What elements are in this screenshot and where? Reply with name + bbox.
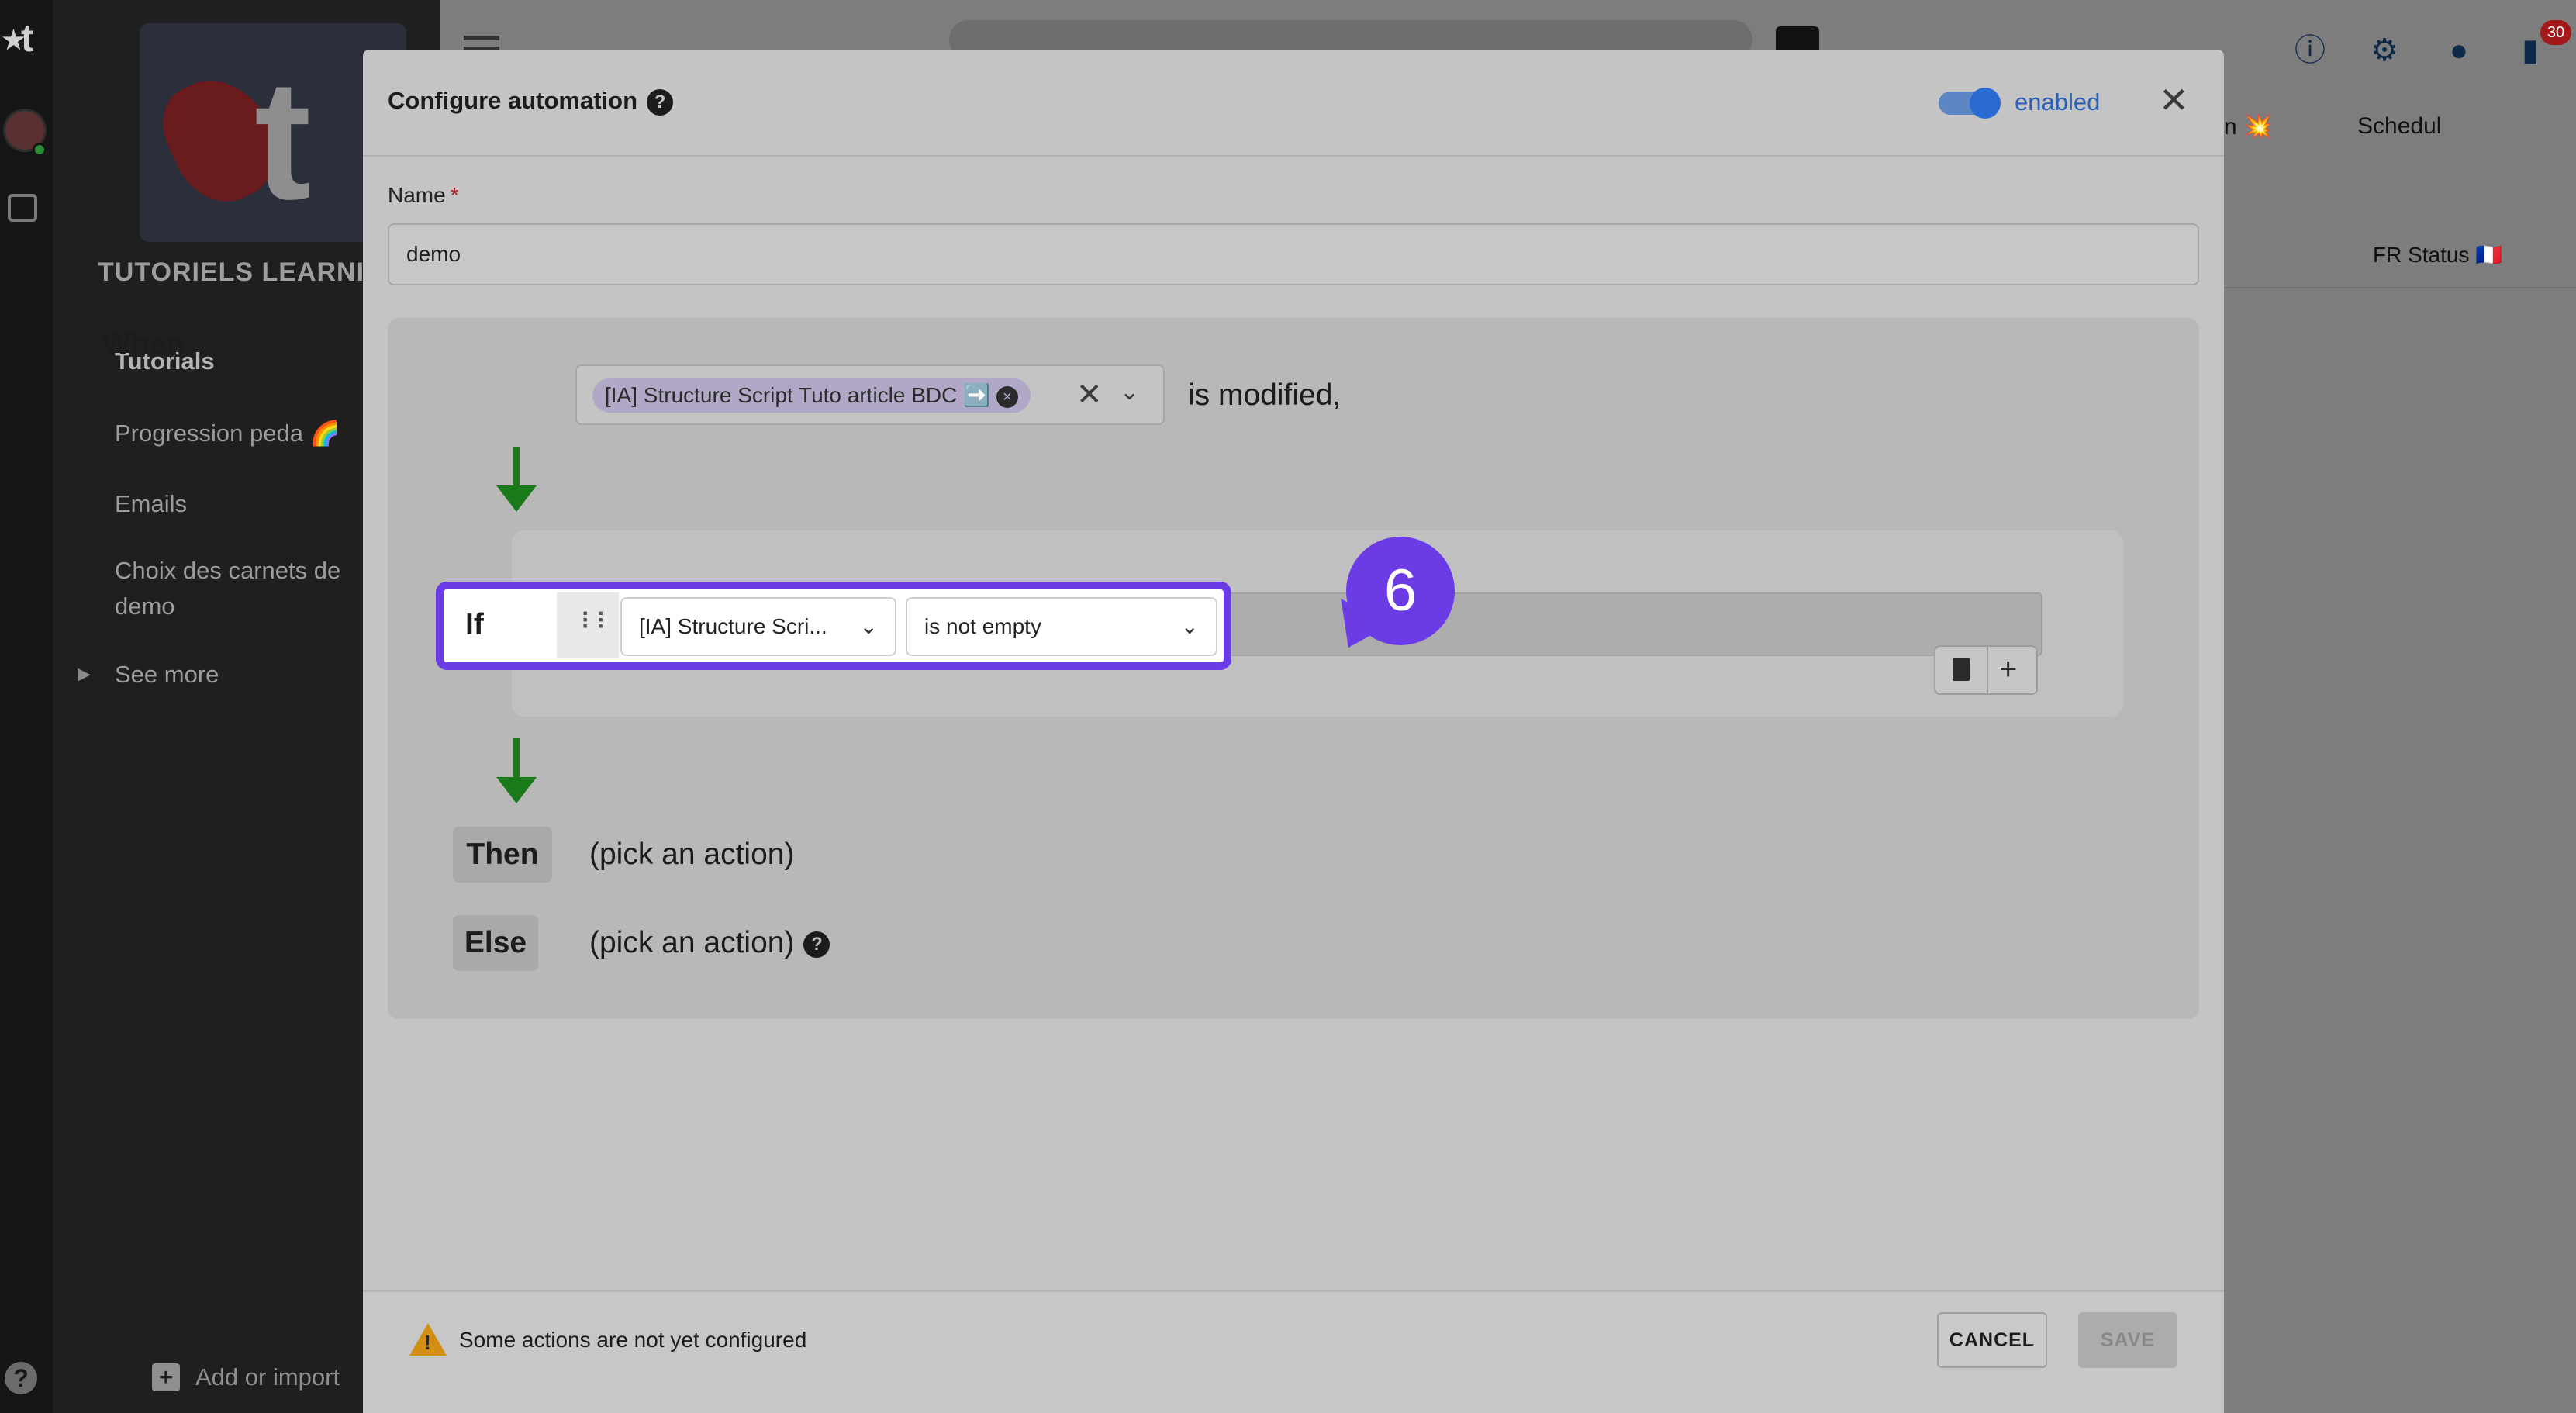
chevron-down-icon: ⌄: [1180, 614, 1199, 638]
name-label: Name *: [388, 183, 459, 208]
help-icon[interactable]: ?: [803, 931, 830, 958]
when-label: When: [102, 327, 185, 361]
condition-operator-value: is not empty: [924, 614, 1041, 638]
dialog-title: Configure automation?: [388, 87, 674, 116]
condition-field-value: [IA] Structure Scri...: [639, 614, 827, 638]
chip-remove-icon[interactable]: ×: [996, 385, 1019, 408]
condition-operator-select[interactable]: is not empty ⌄: [906, 597, 1217, 656]
then-pick-action[interactable]: (pick an action): [589, 838, 794, 872]
when-field-select[interactable]: [IA] Structure Script Tuto article BDC ➡…: [575, 364, 1165, 425]
drag-handle-icon[interactable]: ⠇⠇: [580, 611, 613, 634]
warning-text: Some actions are not yet configured: [459, 1328, 807, 1352]
save-button[interactable]: SAVE: [2078, 1312, 2177, 1368]
condition-actions: +: [1934, 645, 2038, 695]
trash-icon[interactable]: [1953, 658, 1970, 681]
cancel-button[interactable]: CANCEL: [1937, 1312, 2047, 1368]
step-number-callout: 6: [1321, 537, 1455, 660]
enabled-label: enabled: [2015, 88, 2101, 116]
step-number: 6: [1346, 537, 1455, 645]
dialog-title-text: Configure automation: [388, 87, 638, 114]
help-icon[interactable]: ?: [647, 88, 674, 116]
close-icon[interactable]: ✕: [2159, 82, 2189, 118]
arrow-down-icon: [496, 447, 537, 512]
clear-icon[interactable]: ✕: [1076, 377, 1103, 413]
chevron-down-icon[interactable]: ⌄: [1120, 378, 1139, 406]
else-label: Else: [453, 915, 538, 971]
arrow-down-icon: [496, 738, 537, 803]
if-label: If: [465, 608, 484, 641]
name-field[interactable]: demo: [388, 223, 2199, 285]
warning-icon: !: [409, 1323, 447, 1356]
dialog-header: Configure automation? enabled ✕: [363, 50, 2224, 157]
then-label: Then: [453, 827, 552, 883]
selected-field-chip: [IA] Structure Script Tuto article BDC ➡…: [592, 378, 1031, 413]
else-pick-action: (pick an action)?: [589, 926, 830, 960]
name-label-text: Name: [388, 183, 446, 207]
configure-automation-dialog: Configure automation? enabled ✕ Name * de…: [363, 50, 2224, 1413]
when-suffix-text: is modified,: [1188, 378, 1342, 412]
enabled-toggle[interactable]: [1939, 88, 2001, 119]
warning-glyph: !: [424, 1331, 431, 1354]
chip-label: [IA] Structure Script Tuto article BDC ➡…: [605, 383, 991, 407]
condition-field-select[interactable]: [IA] Structure Scri... ⌄: [620, 597, 896, 656]
else-pick-action-text[interactable]: (pick an action): [589, 926, 794, 959]
add-condition-icon[interactable]: +: [1999, 650, 2017, 689]
toggle-knob: [1970, 88, 2001, 119]
divider: [1987, 647, 1988, 693]
chevron-down-icon: ⌄: [859, 614, 878, 638]
required-mark: *: [450, 183, 459, 207]
